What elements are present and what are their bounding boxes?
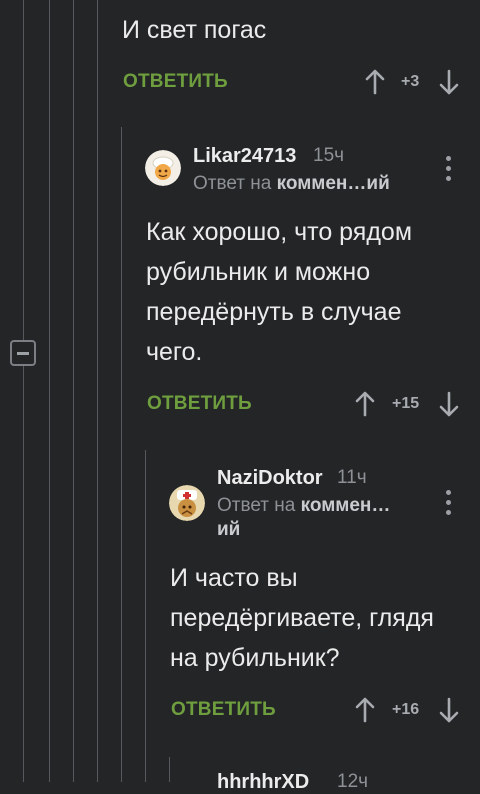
- arrow-down-icon[interactable]: [438, 696, 460, 724]
- reply-to-link[interactable]: коммен…: [301, 495, 391, 516]
- reply-button[interactable]: ОТВЕТИТЬ: [171, 699, 276, 721]
- reply-to-line: Ответ на коммен… ий: [217, 494, 412, 542]
- comment-time: 12ч: [337, 771, 369, 792]
- thread-line: [49, 0, 50, 782]
- comment-text-line: на рубильник?: [170, 644, 340, 672]
- reply-to-prefix: Ответ на: [217, 495, 296, 516]
- arrow-down-icon[interactable]: [438, 390, 460, 418]
- thread-line: [73, 0, 74, 782]
- arrow-down-icon[interactable]: [438, 68, 460, 96]
- thread-line: [145, 450, 146, 782]
- thread-line: [97, 0, 98, 782]
- avatar[interactable]: [145, 150, 181, 186]
- reply-button[interactable]: ОТВЕТИТЬ: [123, 71, 228, 93]
- reply-button[interactable]: ОТВЕТИТЬ: [147, 393, 252, 415]
- thread-line: [169, 757, 170, 782]
- rating-value: +16: [392, 701, 420, 718]
- minus-icon: [17, 351, 29, 355]
- comment-text: Как хорошо, что рядом рубильник и можно …: [146, 212, 412, 372]
- reply-to-prefix: Ответ на: [193, 173, 272, 194]
- comment-author[interactable]: Likar24713: [193, 145, 296, 168]
- comment-text-line: рубильник и можно: [146, 258, 371, 286]
- more-vertical-icon[interactable]: [445, 156, 451, 181]
- comment-text: И свет погас: [122, 16, 267, 44]
- comment-text-line: передёрнуть в случае: [146, 298, 402, 326]
- comment-time: 11ч: [337, 467, 367, 488]
- reply-to-line: Ответ на коммен…ий: [193, 172, 390, 196]
- arrow-up-icon[interactable]: [364, 68, 386, 96]
- comment-text-line: чего.: [146, 338, 203, 366]
- comment-author[interactable]: NaziDoktor: [217, 467, 323, 490]
- comment-text-line: передёргиваете, глядя: [170, 604, 434, 632]
- reply-to-link[interactable]: коммен…ий: [277, 173, 390, 194]
- comment-text-line: Как хорошо, что рядом: [146, 218, 413, 246]
- comment-text-line: И часто вы: [170, 564, 298, 592]
- rating-value: +3: [401, 73, 420, 90]
- arrow-up-icon[interactable]: [354, 390, 376, 418]
- reply-to-link-cont[interactable]: ий: [217, 519, 240, 540]
- collapse-thread-button[interactable]: [10, 340, 36, 366]
- comment-author[interactable]: hhrhhrXD: [217, 771, 309, 794]
- thread-line: [23, 0, 24, 782]
- rating-value: +15: [392, 395, 420, 412]
- avatar[interactable]: [169, 485, 205, 521]
- comment-time: 15ч: [313, 145, 345, 166]
- arrow-up-icon[interactable]: [354, 696, 376, 724]
- thread-line: [121, 127, 122, 782]
- more-vertical-icon[interactable]: [445, 490, 451, 515]
- comment-text: И часто вы передёргиваете, глядя на руби…: [170, 558, 434, 678]
